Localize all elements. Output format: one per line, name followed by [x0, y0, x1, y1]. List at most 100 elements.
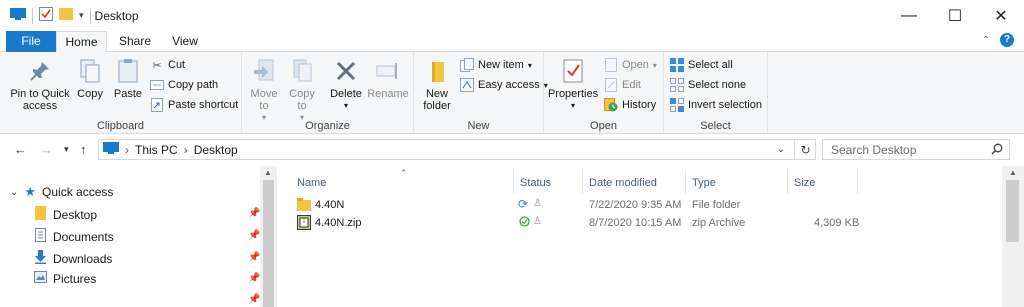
search-placeholder: Search Desktop	[831, 142, 917, 157]
open-chevron-icon: ▾	[652, 60, 657, 70]
properties-button[interactable]: Properties ▾	[548, 58, 598, 112]
scrollbar-thumb[interactable]	[263, 180, 274, 307]
file-type: File folder	[692, 199, 741, 211]
move-to-label: Move to	[250, 88, 278, 112]
tab-home[interactable]: Home	[56, 31, 107, 53]
nav-item-pictures[interactable]: Pictures	[34, 271, 96, 286]
new-folder-icon	[424, 58, 450, 84]
breadcrumb-this-pc[interactable]: This PC	[135, 143, 178, 157]
help-icon[interactable]: ?	[1000, 33, 1014, 47]
new-folder-qat-icon[interactable]	[59, 7, 73, 24]
quick-access-label: Quick access	[42, 185, 114, 199]
nav-item-label: Documents	[53, 229, 114, 244]
folder-icon	[34, 206, 47, 223]
close-button[interactable]: ✕	[978, 0, 1024, 31]
recent-locations-chevron-icon[interactable]: ▾	[64, 144, 69, 155]
file-list-scrollbar[interactable]: ▲	[1002, 166, 1024, 307]
download-arrow-icon	[34, 250, 47, 267]
column-header-date-modified[interactable]: Date modified	[589, 174, 657, 192]
tab-view[interactable]: View	[162, 31, 208, 52]
select-all-button[interactable]: Select all	[670, 58, 733, 72]
pin-icon[interactable]: 📌	[248, 273, 260, 284]
sync-icon: ⟳	[518, 197, 529, 211]
breadcrumb-separator-icon: ›	[125, 142, 129, 157]
scrollbar-thumb[interactable]	[1006, 180, 1019, 242]
rename-button[interactable]: Rename	[367, 58, 409, 100]
tab-share[interactable]: Share	[112, 31, 158, 52]
quick-access-item[interactable]: ⌄ ★ Quick access	[10, 184, 113, 200]
tab-file[interactable]: File	[6, 31, 56, 52]
copy-to-button[interactable]: Copy to ▾	[286, 58, 318, 124]
file-name: 4.40N	[315, 199, 345, 211]
table-row[interactable]: 4.40N.zip ♙ 8/7/2020 10:15 AM zip Archiv…	[280, 214, 880, 232]
select-group: Select all Select none Invert selection …	[664, 52, 768, 134]
select-group-label: Select	[700, 120, 731, 132]
expand-chevron-icon[interactable]: ⌄	[10, 187, 18, 198]
new-folder-button[interactable]: New folder	[420, 58, 454, 112]
copy-path-label: Copy path	[168, 79, 219, 91]
invert-selection-button[interactable]: Invert selection	[670, 98, 762, 112]
forward-arrow-icon[interactable]: →	[40, 142, 53, 157]
address-bar[interactable]: › This PC › Desktop ⌄	[98, 139, 816, 160]
folder-icon	[297, 198, 311, 214]
open-label: Open	[622, 59, 649, 71]
column-header-size[interactable]: Size	[794, 174, 815, 192]
paste-shortcut-button[interactable]: Paste shortcut	[150, 98, 238, 112]
open-group-label: Open	[590, 120, 617, 132]
cut-button[interactable]: ✂ Cut	[150, 58, 185, 72]
properties-check-icon[interactable]	[39, 7, 53, 24]
nav-pane-scrollbar[interactable]: ▲	[260, 166, 277, 307]
move-to-button[interactable]: Move to ▾	[248, 58, 280, 124]
minimize-button[interactable]: —	[886, 0, 932, 31]
pin-icon	[27, 58, 53, 84]
copy-button[interactable]: Copy	[74, 58, 106, 100]
search-input[interactable]: Search Desktop	[822, 139, 1010, 160]
breadcrumb-separator-icon: ›	[183, 142, 188, 157]
new-item-label: New item	[478, 59, 524, 71]
nav-item-documents[interactable]: Documents	[34, 228, 114, 245]
rename-label: Rename	[367, 88, 409, 100]
easy-access-icon	[460, 78, 474, 92]
up-arrow-icon[interactable]: ↑	[80, 142, 87, 157]
pin-to-quick-access-button[interactable]: Pin to Quick access	[8, 58, 72, 112]
paste-button[interactable]: Paste	[112, 58, 144, 100]
collapse-ribbon-chevron-icon[interactable]: ⌃	[982, 35, 990, 46]
history-icon	[604, 98, 618, 112]
column-header-status[interactable]: Status	[520, 174, 551, 192]
column-header-name[interactable]: Name	[297, 174, 326, 192]
pin-icon[interactable]: 📌	[248, 252, 260, 263]
nav-item-label: Desktop	[53, 207, 98, 222]
table-row[interactable]: 4.40N ⟳ ♙ 7/22/2020 9:35 AM File folder	[280, 196, 880, 214]
back-arrow-icon[interactable]: ←	[14, 142, 27, 157]
column-header-type[interactable]: Type	[692, 174, 716, 192]
breadcrumb-desktop[interactable]: Desktop	[194, 143, 238, 157]
history-button[interactable]: History	[604, 98, 656, 112]
delete-button[interactable]: Delete ▾	[328, 58, 364, 112]
copy-to-label: Copy to	[289, 88, 315, 112]
maximize-button[interactable]: ☐	[932, 0, 978, 31]
scroll-up-arrow-icon[interactable]: ▲	[264, 168, 272, 177]
pin-icon[interactable]: 📌	[248, 208, 260, 219]
customize-qat-chevron-icon[interactable]: ▾	[79, 10, 84, 21]
pin-icon[interactable]: 📌	[248, 230, 260, 241]
date-modified: 7/22/2020 9:35 AM	[589, 199, 682, 211]
address-dropdown-chevron-icon[interactable]: ⌄	[777, 144, 785, 155]
nav-item-desktop[interactable]: Desktop	[34, 206, 97, 223]
file-type: zip Archive	[692, 217, 746, 229]
organize-group-label: Organize	[305, 120, 350, 132]
pin-icon[interactable]: 📌	[248, 294, 260, 305]
new-item-button[interactable]: New item ▾	[460, 58, 532, 72]
history-label: History	[622, 99, 657, 111]
open-button[interactable]: Open ▾	[604, 58, 657, 72]
edit-button[interactable]: Edit	[604, 78, 641, 92]
scroll-up-arrow-icon[interactable]: ▲	[1009, 168, 1017, 177]
copy-path-button[interactable]: Copy path	[150, 78, 218, 92]
properties-chevron-icon: ▾	[570, 101, 575, 110]
select-none-button[interactable]: Select none	[670, 78, 746, 92]
refresh-icon[interactable]: ↻	[794, 139, 816, 160]
nav-item-downloads[interactable]: Downloads	[34, 250, 112, 267]
ribbon-tab-row: File Home Share View ⌃ ?	[0, 31, 1024, 53]
copy-to-icon	[289, 58, 315, 84]
easy-access-button[interactable]: Easy access ▾	[460, 78, 548, 92]
document-icon	[34, 228, 47, 245]
